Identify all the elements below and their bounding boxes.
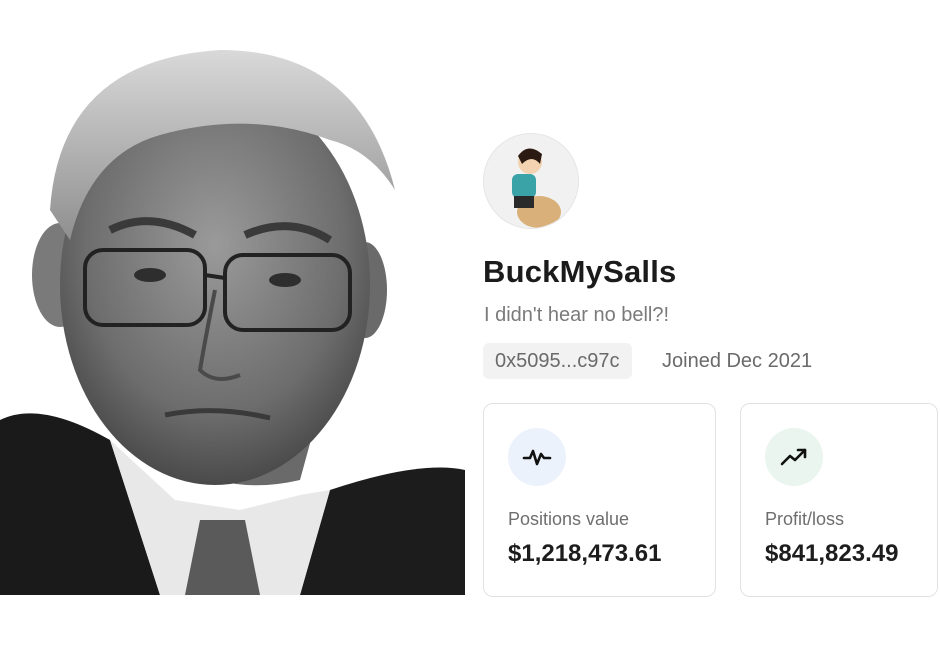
profit-loss-amount: $841,823.49 <box>765 540 899 567</box>
activity-icon <box>508 428 566 486</box>
trending-up-icon <box>765 428 823 486</box>
joined-date: Joined Dec 2021 <box>662 350 813 372</box>
profile-username: BuckMySalls <box>483 254 677 289</box>
profile-avatar[interactable] <box>483 133 579 229</box>
positions-value-label: Positions value <box>508 509 630 529</box>
portrait-photo <box>0 40 465 595</box>
positions-value-card: Positions value $1,218,473.61 <box>483 403 716 597</box>
positions-value-amount: $1,218,473.61 <box>508 540 662 567</box>
profile-bio: I didn't hear no bell?! <box>484 304 670 326</box>
profit-loss-card: Profit/loss $841,823.49 <box>740 403 938 597</box>
profit-loss-label: Profit/loss <box>765 509 845 529</box>
wallet-address-chip[interactable]: 0x5095...c97c <box>483 343 632 379</box>
